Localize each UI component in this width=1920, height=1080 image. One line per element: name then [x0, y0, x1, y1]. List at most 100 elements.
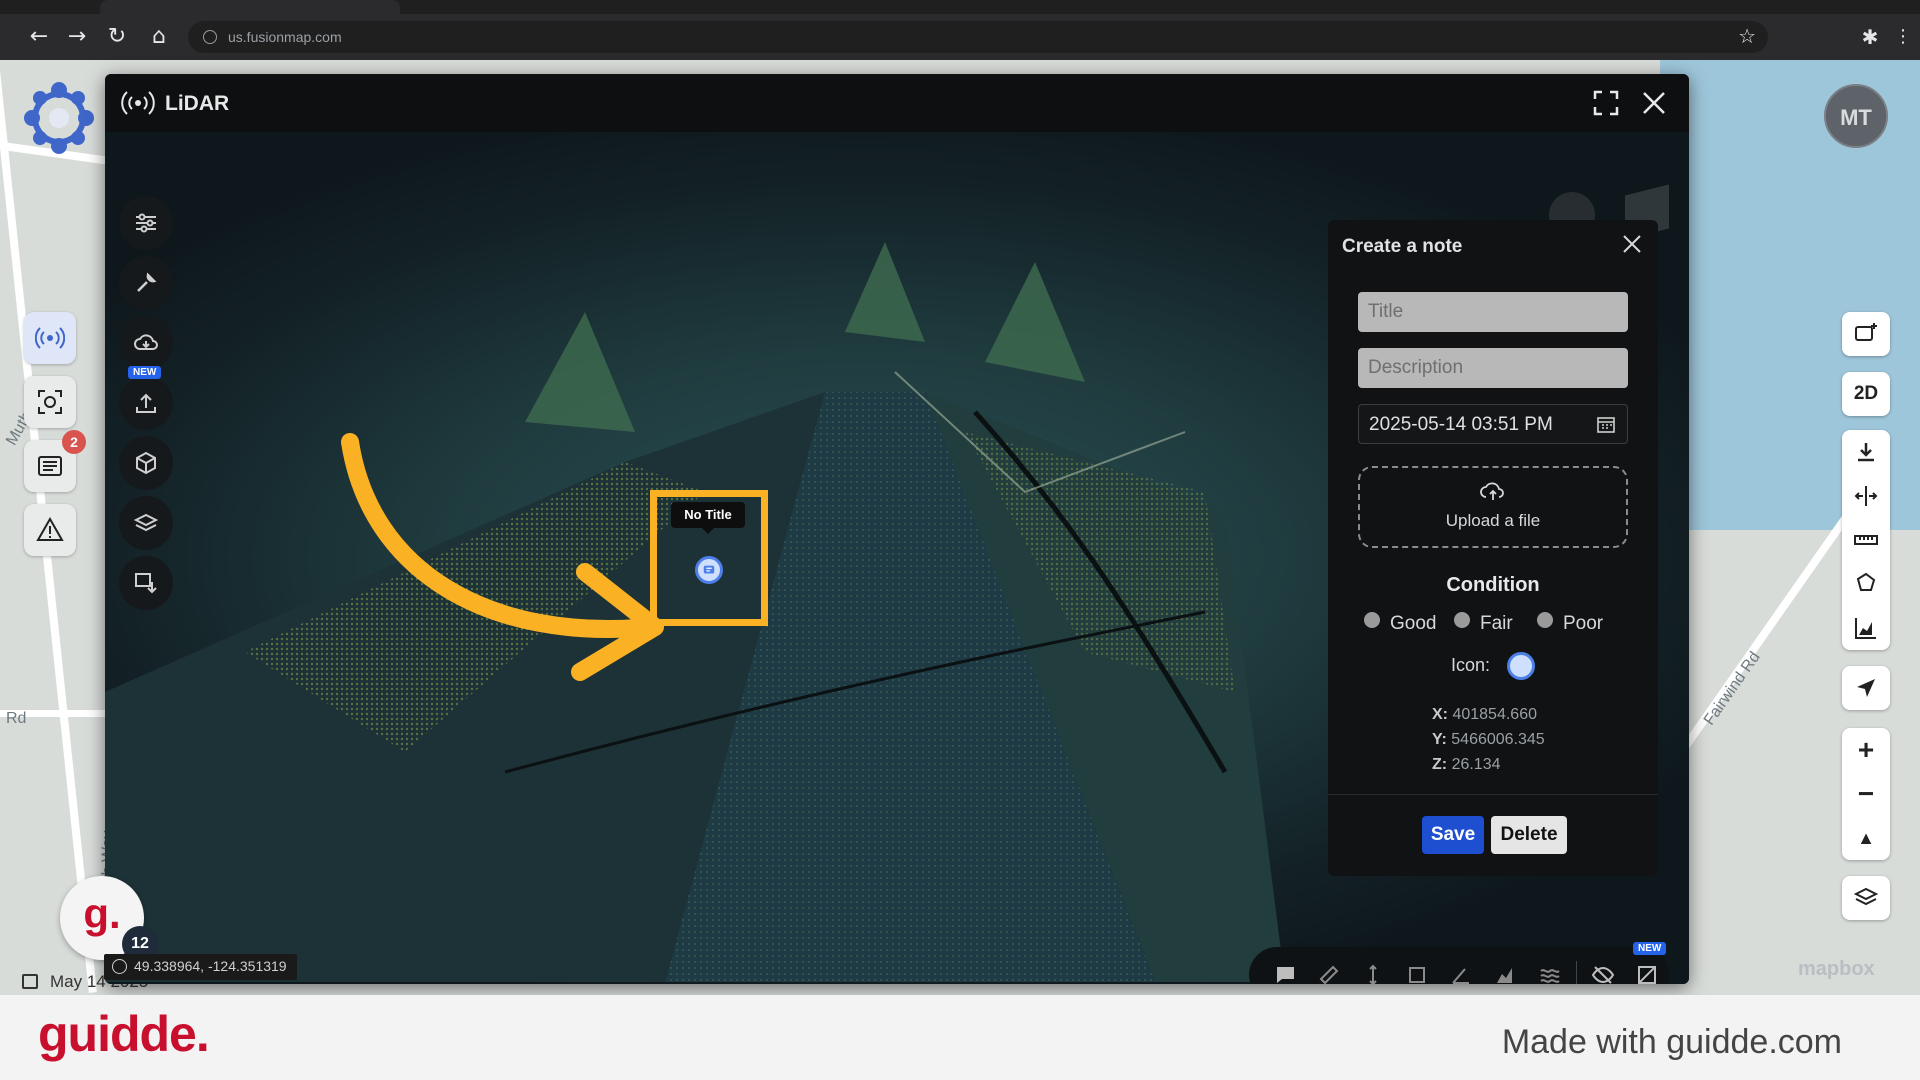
locate-button[interactable]	[1842, 666, 1890, 710]
measure-button[interactable]	[1842, 518, 1890, 562]
address-bar[interactable]: us.fusionmap.com ☆	[188, 21, 1768, 53]
back-icon[interactable]: ←	[26, 24, 52, 50]
upload-file-dropzone[interactable]: Upload a file	[1358, 466, 1628, 548]
elevation-chart-icon	[1496, 968, 1512, 983]
layers-lidar-button[interactable]	[119, 496, 173, 550]
coord-z: Z: 26.134	[1432, 756, 1501, 774]
browser-toolbar: ← → ↻ ⌂ us.fusionmap.com ☆ ✱ ⋮	[0, 14, 1920, 60]
zoom-in-button[interactable]: +	[1842, 728, 1890, 772]
condition-good-radio[interactable]: Good	[1364, 612, 1436, 635]
split-view-button[interactable]	[1842, 474, 1890, 518]
coord-y-value: 5466006.345	[1451, 731, 1545, 748]
layers-icon	[133, 513, 159, 532]
guidde-logo: guidde.	[38, 1006, 210, 1062]
point-cloud-viewport[interactable]: NEW No Title Create a note Title Descrip…	[105, 132, 1689, 984]
hide-measurements-button[interactable]	[1581, 955, 1625, 984]
save-button[interactable]: Save	[1422, 816, 1484, 854]
forward-icon[interactable]: →	[64, 24, 90, 50]
panel-divider	[1328, 794, 1658, 795]
area-tool-button[interactable]	[1395, 955, 1439, 984]
condition-fair-radio[interactable]: Fair	[1454, 612, 1513, 635]
description-input[interactable]: Description	[1358, 348, 1628, 388]
url-text: us.fusionmap.com	[228, 29, 342, 45]
reload-icon[interactable]: ↻	[104, 24, 130, 50]
layers-button[interactable]	[1842, 876, 1890, 920]
upload-icon	[136, 393, 156, 413]
notes-list-icon	[38, 456, 62, 476]
scan-tool-button[interactable]	[24, 376, 76, 428]
coord-z-value: 26.134	[1451, 756, 1501, 773]
fullscreen-button[interactable]	[1591, 88, 1621, 118]
clear-measurements-button[interactable]	[1625, 955, 1669, 984]
contour-tool-button[interactable]	[1528, 955, 1572, 984]
image-download-icon	[135, 573, 157, 594]
edit-off-icon	[1637, 966, 1656, 984]
datetime-input[interactable]: 2025-05-14 03:51 PM	[1358, 404, 1628, 444]
polygon-button[interactable]	[1842, 562, 1890, 606]
cloud-download-button[interactable]	[119, 316, 173, 370]
bookmark-star-icon[interactable]: ☆	[1738, 24, 1756, 48]
wrench-icon	[137, 272, 157, 292]
alerts-tool-button[interactable]	[24, 504, 76, 556]
new-badge: NEW	[128, 366, 162, 379]
coord-x: X: 401854.660	[1432, 706, 1537, 724]
note-icon-picker[interactable]	[1507, 652, 1536, 680]
profile-button[interactable]	[1842, 606, 1890, 650]
condition-heading: Condition	[1446, 574, 1540, 596]
extensions-icon[interactable]: ✱	[1857, 24, 1883, 50]
add-annotation-button[interactable]	[1842, 312, 1890, 356]
ruler-tool-button[interactable]	[1307, 955, 1351, 984]
download-button[interactable]	[1842, 430, 1890, 474]
tools-button[interactable]	[119, 256, 173, 310]
warning-icon	[36, 516, 64, 541]
app-logo-icon[interactable]	[22, 80, 96, 156]
map-label: Rd	[6, 710, 27, 727]
map-label: Fairwind Rd	[1700, 648, 1764, 729]
3d-box-button[interactable]	[119, 436, 173, 490]
ruler-icon	[1319, 965, 1339, 984]
guidde-footer: guidde. Made with guidde.com	[0, 995, 1920, 1080]
compass-button[interactable]: ▲	[1842, 816, 1890, 860]
map-tools-group	[1842, 430, 1890, 650]
zoom-controls: + − ▲	[1842, 728, 1890, 860]
lidar-side-toolbar: NEW	[119, 196, 173, 616]
user-avatar[interactable]: MT	[1824, 84, 1888, 148]
scan-icon	[38, 390, 62, 414]
condition-good-label: Good	[1390, 613, 1437, 634]
close-lidar-button[interactable]	[1639, 88, 1669, 118]
export-image-button[interactable]	[119, 556, 173, 610]
datetime-value: 2025-05-14 03:51 PM	[1369, 414, 1553, 435]
site-info-icon[interactable]	[203, 30, 217, 44]
close-panel-icon[interactable]	[1620, 232, 1644, 256]
zoom-out-button[interactable]: −	[1842, 772, 1890, 816]
icon-label: Icon:	[1450, 654, 1490, 675]
cloud-download-icon	[134, 334, 158, 350]
delete-button[interactable]: Delete	[1491, 816, 1567, 854]
note-tool-button[interactable]	[1263, 955, 1307, 984]
eye-off-icon	[1591, 966, 1614, 984]
upload-label: Upload a file	[1445, 511, 1541, 530]
browser-menu-icon[interactable]: ⋮	[1890, 24, 1916, 50]
angle-tool-button[interactable]	[1439, 955, 1483, 984]
area-icon	[1409, 967, 1426, 983]
view-2d-toggle[interactable]: 2D	[1842, 372, 1890, 416]
close-icon	[1643, 92, 1665, 114]
calendar-icon	[22, 974, 38, 989]
coord-y-label: Y:	[1432, 731, 1447, 748]
settings-button[interactable]	[119, 196, 173, 250]
condition-poor-radio[interactable]: Poor	[1537, 612, 1603, 635]
calendar-icon[interactable]	[1597, 416, 1615, 433]
lidar-tool-button[interactable]	[24, 312, 76, 364]
height-tool-button[interactable]	[1351, 955, 1395, 984]
waves-icon	[1539, 969, 1560, 983]
coord-x-value: 401854.660	[1452, 706, 1537, 723]
mapbox-attribution[interactable]: mapbox	[1798, 958, 1875, 981]
note-marker[interactable]	[695, 556, 723, 584]
upload-button[interactable]: NEW	[119, 366, 173, 430]
home-icon[interactable]: ⌂	[146, 24, 172, 50]
title-input[interactable]: Title	[1358, 292, 1628, 332]
browser-tab[interactable]	[100, 0, 400, 14]
profile-tool-button[interactable]	[1484, 955, 1528, 984]
cube-icon	[136, 451, 156, 475]
coord-y: Y: 5466006.345	[1432, 731, 1545, 749]
